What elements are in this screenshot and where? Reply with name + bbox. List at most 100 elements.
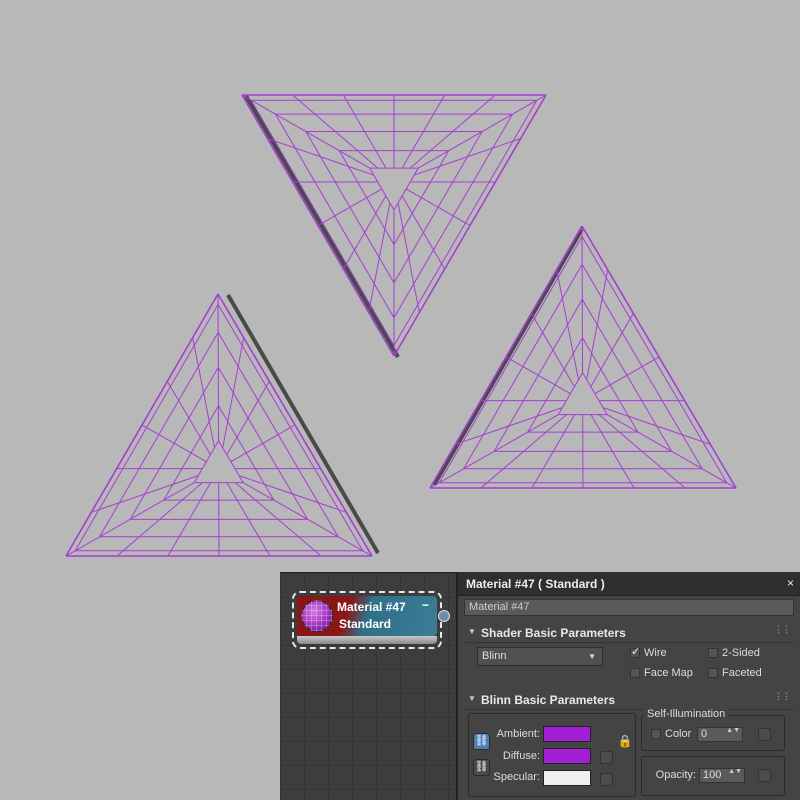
- wire-edge: [158, 434, 175, 444]
- specular-color-swatch[interactable]: [543, 770, 591, 786]
- wire-edge: [622, 468, 632, 484]
- wire-edge: [534, 468, 544, 484]
- wire-edge: [611, 332, 623, 351]
- rollout-shader-basic[interactable]: ▼ Shader Basic Parameters ⋮⋮: [462, 624, 796, 642]
- wire-edge: [264, 483, 293, 495]
- wire-edge: [619, 431, 643, 452]
- wire-edge: [601, 277, 607, 299]
- wire-triangle-left[interactable]: [65, 293, 380, 557]
- wire-edge: [334, 206, 351, 217]
- specular-label: Specular:: [493, 771, 540, 783]
- wire-edge: [192, 337, 195, 346]
- self-illum-map-button[interactable]: [758, 728, 771, 741]
- wire-edge: [234, 482, 256, 501]
- checkmark-icon: ✓: [631, 646, 641, 658]
- wire-edge: [255, 499, 279, 520]
- material-parameter-panel: Material #47 ( Standard ) × Material #47…: [456, 572, 800, 800]
- material-node-type: Standard: [339, 617, 392, 631]
- spinner-arrows-icon[interactable]: ▲▼: [728, 768, 742, 775]
- opacity-spinner[interactable]: 100 ▲▼: [699, 768, 745, 783]
- wire-triangle-right[interactable]: [429, 225, 737, 489]
- wire-edge: [298, 536, 316, 552]
- wire-edge: [373, 257, 380, 284]
- wire-edge: [486, 468, 504, 484]
- wire-edge: [236, 417, 249, 438]
- wire-edge: [166, 381, 171, 387]
- close-icon[interactable]: ×: [787, 576, 794, 590]
- collapse-node-button[interactable]: −: [422, 598, 429, 612]
- ambient-color-swatch[interactable]: [543, 726, 591, 742]
- rollout-shader-label: Shader Basic Parameters: [481, 626, 626, 640]
- wire-triangle-top[interactable]: [241, 94, 547, 359]
- wire-edge: [265, 381, 270, 387]
- wire-edge: [190, 452, 207, 463]
- material-node-header: Material #47 Standard −: [297, 596, 437, 636]
- wire-edge: [169, 386, 180, 401]
- wire-edge: [453, 215, 466, 224]
- wire-edge: [199, 482, 211, 501]
- diffuse-map-button[interactable]: [600, 751, 613, 764]
- wire-edge: [629, 313, 634, 319]
- wire-edge: [641, 450, 663, 470]
- wire-edge: [586, 353, 593, 380]
- diffuse-color-swatch[interactable]: [543, 748, 591, 764]
- wire-edge: [552, 349, 565, 370]
- panel-title: Material #47 ( Standard ): [466, 577, 605, 591]
- wire-edge: [334, 131, 358, 152]
- wire-edge: [510, 359, 524, 368]
- wire-edge: [542, 451, 554, 470]
- wire-edge: [139, 518, 161, 538]
- wire-edge: [590, 368, 602, 387]
- wire-edge: [236, 499, 249, 520]
- wire-edge: [369, 283, 375, 305]
- wire-edge: [628, 415, 657, 427]
- wire-edge: [533, 318, 544, 333]
- rollout-handle-icon: ⋮⋮: [774, 624, 791, 634]
- wire-edge: [258, 536, 268, 552]
- diffuse-label: Diffuse:: [502, 750, 540, 762]
- self-illumination-title: Self-Illumination: [644, 708, 729, 720]
- material-node[interactable]: Material #47 Standard −: [292, 591, 450, 649]
- wire-edge: [561, 298, 569, 325]
- wire-edge: [417, 304, 420, 313]
- material-name-field[interactable]: Material #47: [464, 599, 794, 616]
- wire-edge: [349, 197, 367, 208]
- wire-edge: [227, 392, 234, 422]
- wire-edge: [465, 222, 471, 226]
- wire-edge: [557, 277, 563, 299]
- wire-edge: [637, 431, 672, 452]
- shader-type-value: Blinn: [482, 650, 507, 662]
- wire-edge: [552, 431, 565, 452]
- wire-edge: [247, 400, 259, 419]
- wire-edge: [378, 228, 386, 258]
- wire-edge: [605, 269, 609, 278]
- output-socket[interactable]: [438, 610, 450, 622]
- wire-edge: [397, 202, 404, 230]
- rollout-blinn-label: Blinn Basic Parameters: [481, 693, 616, 707]
- wire-edge: [245, 442, 264, 454]
- wire-edge: [146, 427, 160, 436]
- self-illum-value-spinner[interactable]: 0 ▲▼: [697, 727, 743, 742]
- wire-edge: [181, 482, 203, 501]
- opacity-map-button[interactable]: [758, 769, 771, 782]
- wire-edge: [563, 414, 575, 433]
- rollout-blinn-basic[interactable]: ▼ Blinn Basic Parameters ⋮⋮: [462, 691, 796, 709]
- wire-edge: [141, 424, 147, 429]
- spinner-arrows-icon[interactable]: ▲▼: [726, 727, 740, 734]
- wire-edge: [411, 213, 424, 233]
- wire-edge: [364, 131, 377, 151]
- wire-edge: [545, 414, 567, 433]
- shader-type-dropdown[interactable]: Blinn ▼: [477, 647, 603, 666]
- wire-edge: [600, 431, 613, 452]
- wire-edge: [203, 392, 210, 422]
- node-editor-view[interactable]: Material #47 Standard −: [280, 572, 456, 800]
- chevron-down-icon: ▼: [588, 652, 596, 661]
- specular-map-button[interactable]: [600, 773, 613, 786]
- wire-edge: [430, 131, 454, 152]
- lock-icon[interactable]: 🔒: [616, 734, 634, 754]
- wire-edge: [422, 232, 434, 251]
- wire-edge: [596, 298, 603, 325]
- wire-edge: [208, 421, 215, 448]
- wire-edge: [298, 99, 316, 115]
- wire-edge: [590, 414, 602, 433]
